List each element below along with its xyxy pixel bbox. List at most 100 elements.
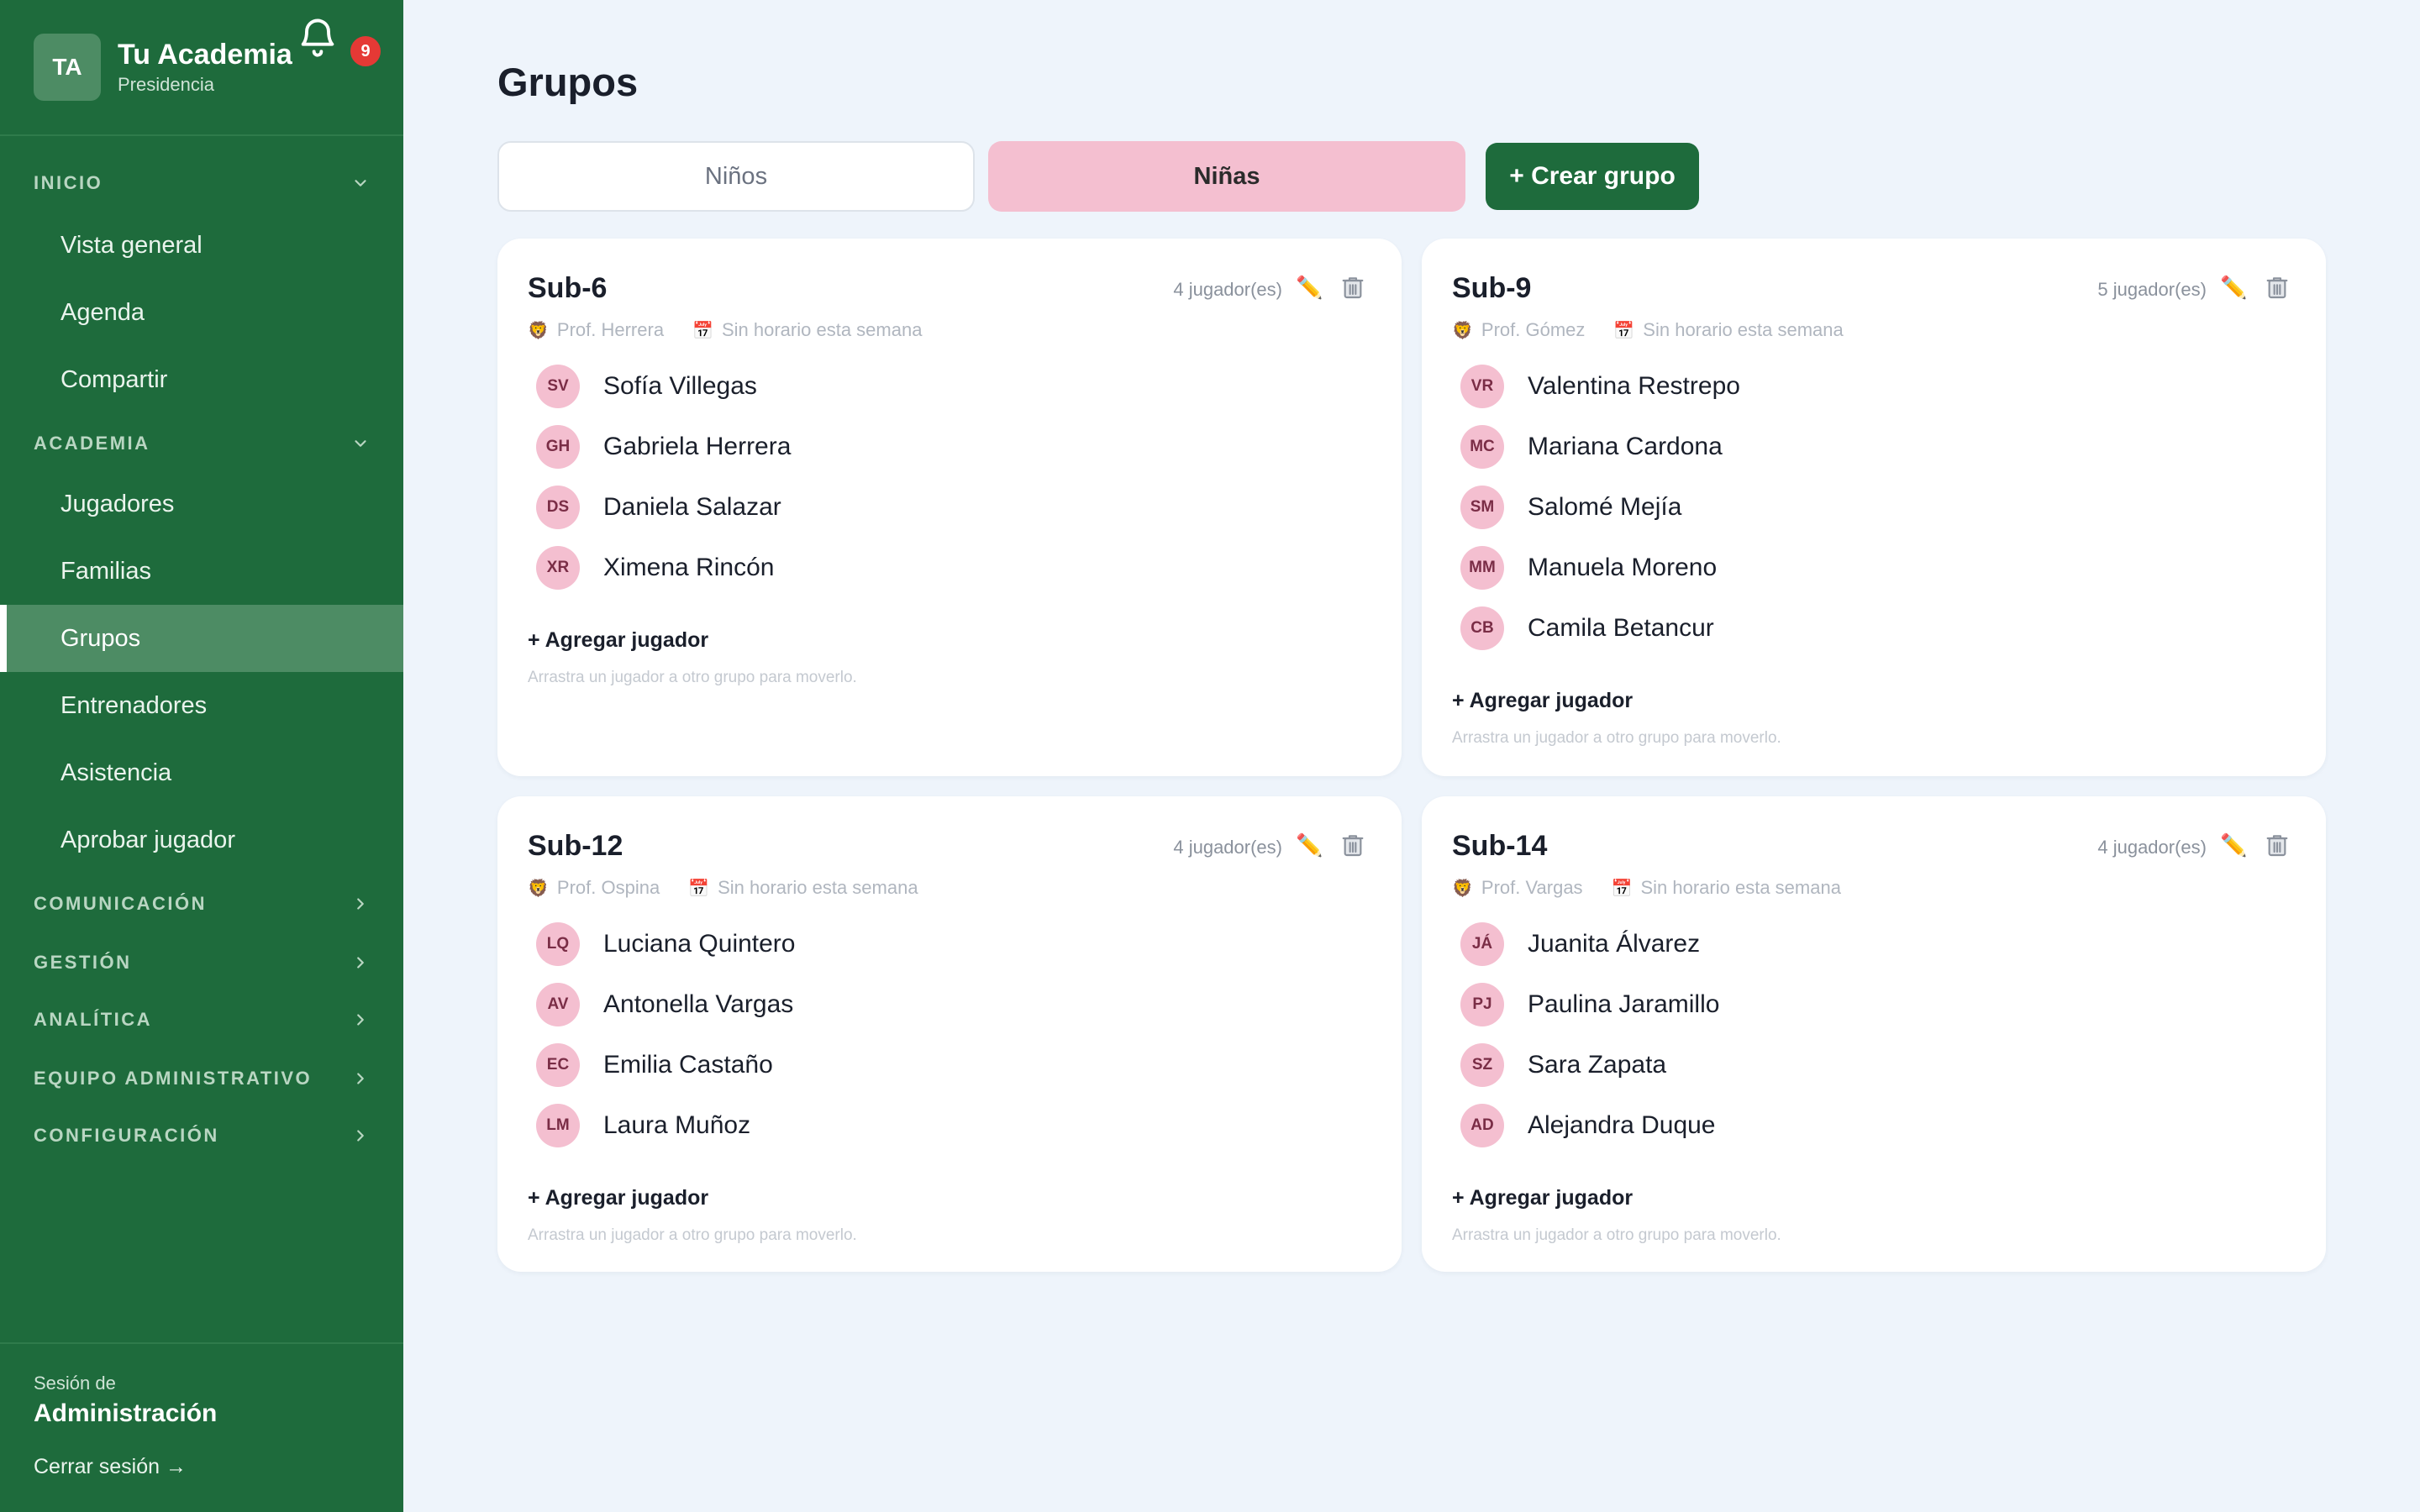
sidebar-section-2[interactable]: COMUNICACIÓN: [34, 885, 370, 922]
player-name: Camila Betancur: [1528, 614, 1714, 642]
sidebar-section-0[interactable]: INICIO: [34, 165, 370, 202]
sidebar-item[interactable]: Aprobar jugador: [0, 806, 403, 874]
avatar: AV: [536, 983, 580, 1026]
pencil-icon[interactable]: ✏️: [1296, 274, 1323, 301]
sidebar-item[interactable]: Asistencia: [0, 739, 403, 806]
player-name: Daniela Salazar: [603, 493, 781, 521]
group-meta: 🦁 Prof. Herrera 📅 Sin horario esta semana: [528, 319, 922, 341]
sidebar-item[interactable]: Entrenadores: [0, 672, 403, 739]
brand-subtitle: Presidencia: [118, 74, 214, 95]
avatar: PJ: [1460, 983, 1504, 1026]
coach-icon: 🦁: [1452, 321, 1473, 340]
trash-icon[interactable]: [1339, 274, 1366, 301]
player-list: JÁ Juanita Álvarez PJ Paulina Jaramillo SZ Sa…: [1460, 914, 1719, 1156]
avatar: EC: [536, 1043, 580, 1087]
avatar: XR: [536, 546, 580, 590]
group-card: Sub-9 5 jugador(es) ✏️ 🦁 Prof. Gómez 📅 Sin hor…: [1422, 239, 2326, 776]
sidebar-section-1[interactable]: ACADEMIA: [34, 425, 370, 462]
player-name: Antonella Vargas: [603, 990, 794, 1018]
add-player-button[interactable]: + Agregar jugador: [1452, 1186, 1633, 1210]
create-group-button[interactable]: + Crear grupo: [1486, 143, 1699, 210]
player-name: Sara Zapata: [1528, 1051, 1667, 1079]
player-row[interactable]: AV Antonella Vargas: [536, 974, 796, 1035]
player-row[interactable]: SM Salomé Mejía: [1460, 477, 1740, 538]
sidebar-section-4[interactable]: ANALÍTICA: [34, 1001, 370, 1038]
coach-name: Prof. Herrera: [556, 319, 665, 340]
group-title: Sub-14: [1452, 830, 1548, 862]
player-name: Salomé Mejía: [1528, 493, 1682, 521]
bell-icon[interactable]: [296, 15, 339, 59]
schedule-text: Sin horario esta semana: [721, 319, 923, 340]
tab-ninos[interactable]: Niños: [497, 141, 975, 212]
add-player-button[interactable]: + Agregar jugador: [1452, 689, 1633, 713]
sidebar: TA Tu Academia Presidencia 9 INICIO Vista…: [0, 0, 403, 1512]
player-row[interactable]: SZ Sara Zapata: [1460, 1035, 1719, 1095]
sidebar-section-label: INICIO: [34, 172, 103, 193]
sidebar-item[interactable]: Agenda: [0, 279, 403, 346]
sidebar-item[interactable]: Familias: [0, 538, 403, 605]
avatar: SV: [536, 365, 580, 408]
player-name: Mariana Cardona: [1528, 433, 1723, 460]
sidebar-item[interactable]: Vista general: [0, 212, 403, 279]
player-row[interactable]: GH Gabriela Herrera: [536, 417, 791, 477]
sidebar-item[interactable]: Grupos: [0, 605, 403, 672]
player-row[interactable]: CB Camila Betancur: [1460, 598, 1740, 659]
avatar: LQ: [536, 922, 580, 966]
player-name: Emilia Castaño: [603, 1051, 773, 1079]
sidebar-section-label: COMUNICACIÓN: [34, 893, 207, 914]
player-row[interactable]: PJ Paulina Jaramillo: [1460, 974, 1719, 1035]
player-row[interactable]: MC Mariana Cardona: [1460, 417, 1740, 477]
player-row[interactable]: AD Alejandra Duque: [1460, 1095, 1719, 1156]
drag-hint: Arrastra un jugador a otro grupo para mo…: [1452, 729, 1781, 747]
player-row[interactable]: DS Daniela Salazar: [536, 477, 791, 538]
player-row[interactable]: SV Sofía Villegas: [536, 356, 791, 417]
avatar: VR: [1460, 365, 1504, 408]
schedule-text: Sin horario esta semana: [718, 877, 918, 898]
player-list: VR Valentina Restrepo MC Mariana Cardona SM S…: [1460, 356, 1740, 659]
player-list: SV Sofía Villegas GH Gabriela Herrera DS Dani…: [536, 356, 791, 598]
drag-hint: Arrastra un jugador a otro grupo para mo…: [528, 669, 857, 686]
sidebar-item[interactable]: Jugadores: [0, 470, 403, 538]
session-name: Administración: [34, 1399, 218, 1427]
pencil-icon[interactable]: ✏️: [2220, 274, 2247, 301]
group-title: Sub-6: [528, 272, 608, 304]
sidebar-section-3[interactable]: GESTIÓN: [34, 944, 370, 981]
avatar: GH: [536, 425, 580, 469]
chevron-down-icon: [351, 434, 370, 453]
player-row[interactable]: LQ Luciana Quintero: [536, 914, 796, 974]
player-row[interactable]: JÁ Juanita Álvarez: [1460, 914, 1719, 974]
group-meta: 🦁 Prof. Gómez 📅 Sin horario esta semana: [1452, 319, 1844, 341]
player-row[interactable]: XR Ximena Rincón: [536, 538, 791, 598]
trash-icon[interactable]: [1339, 832, 1366, 858]
add-player-button[interactable]: + Agregar jugador: [528, 1186, 708, 1210]
player-name: Juanita Álvarez: [1528, 930, 1701, 958]
player-name: Alejandra Duque: [1528, 1111, 1716, 1139]
trash-icon[interactable]: [2264, 832, 2291, 858]
calendar-icon: 📅: [692, 321, 713, 340]
logout-link[interactable]: Cerrar sesión →: [34, 1455, 187, 1479]
drag-hint: Arrastra un jugador a otro grupo para mo…: [528, 1226, 857, 1244]
pencil-icon[interactable]: ✏️: [2220, 832, 2247, 858]
sidebar-section-6[interactable]: CONFIGURACIÓN: [34, 1117, 370, 1154]
sidebar-section-5[interactable]: EQUIPO ADMINISTRATIVO: [34, 1060, 370, 1097]
tab-ninas[interactable]: Niñas: [988, 141, 1465, 212]
avatar: CB: [1460, 606, 1504, 650]
player-name: Valentina Restrepo: [1528, 372, 1740, 400]
avatar: LM: [536, 1104, 580, 1147]
avatar: MM: [1460, 546, 1504, 590]
brand-avatar: TA: [34, 34, 101, 101]
coach-name: Prof. Gómez: [1481, 319, 1586, 340]
player-row[interactable]: MM Manuela Moreno: [1460, 538, 1740, 598]
group-card: Sub-14 4 jugador(es) ✏️ 🦁 Prof. Vargas 📅 Sin h…: [1422, 796, 2326, 1272]
player-name: Ximena Rincón: [603, 554, 775, 581]
trash-icon[interactable]: [2264, 274, 2291, 301]
sidebar-item[interactable]: Compartir: [0, 346, 403, 413]
sidebar-section-label: GESTIÓN: [34, 952, 132, 973]
add-player-button[interactable]: + Agregar jugador: [528, 628, 708, 653]
coach-name: Prof. Vargas: [1481, 877, 1583, 898]
pencil-icon[interactable]: ✏️: [1296, 832, 1323, 858]
player-row[interactable]: VR Valentina Restrepo: [1460, 356, 1740, 417]
player-row[interactable]: EC Emilia Castaño: [536, 1035, 796, 1095]
player-row[interactable]: LM Laura Muñoz: [536, 1095, 796, 1156]
group-card: Sub-12 4 jugador(es) ✏️ 🦁 Prof. Ospina 📅 Sin h…: [497, 796, 1402, 1272]
